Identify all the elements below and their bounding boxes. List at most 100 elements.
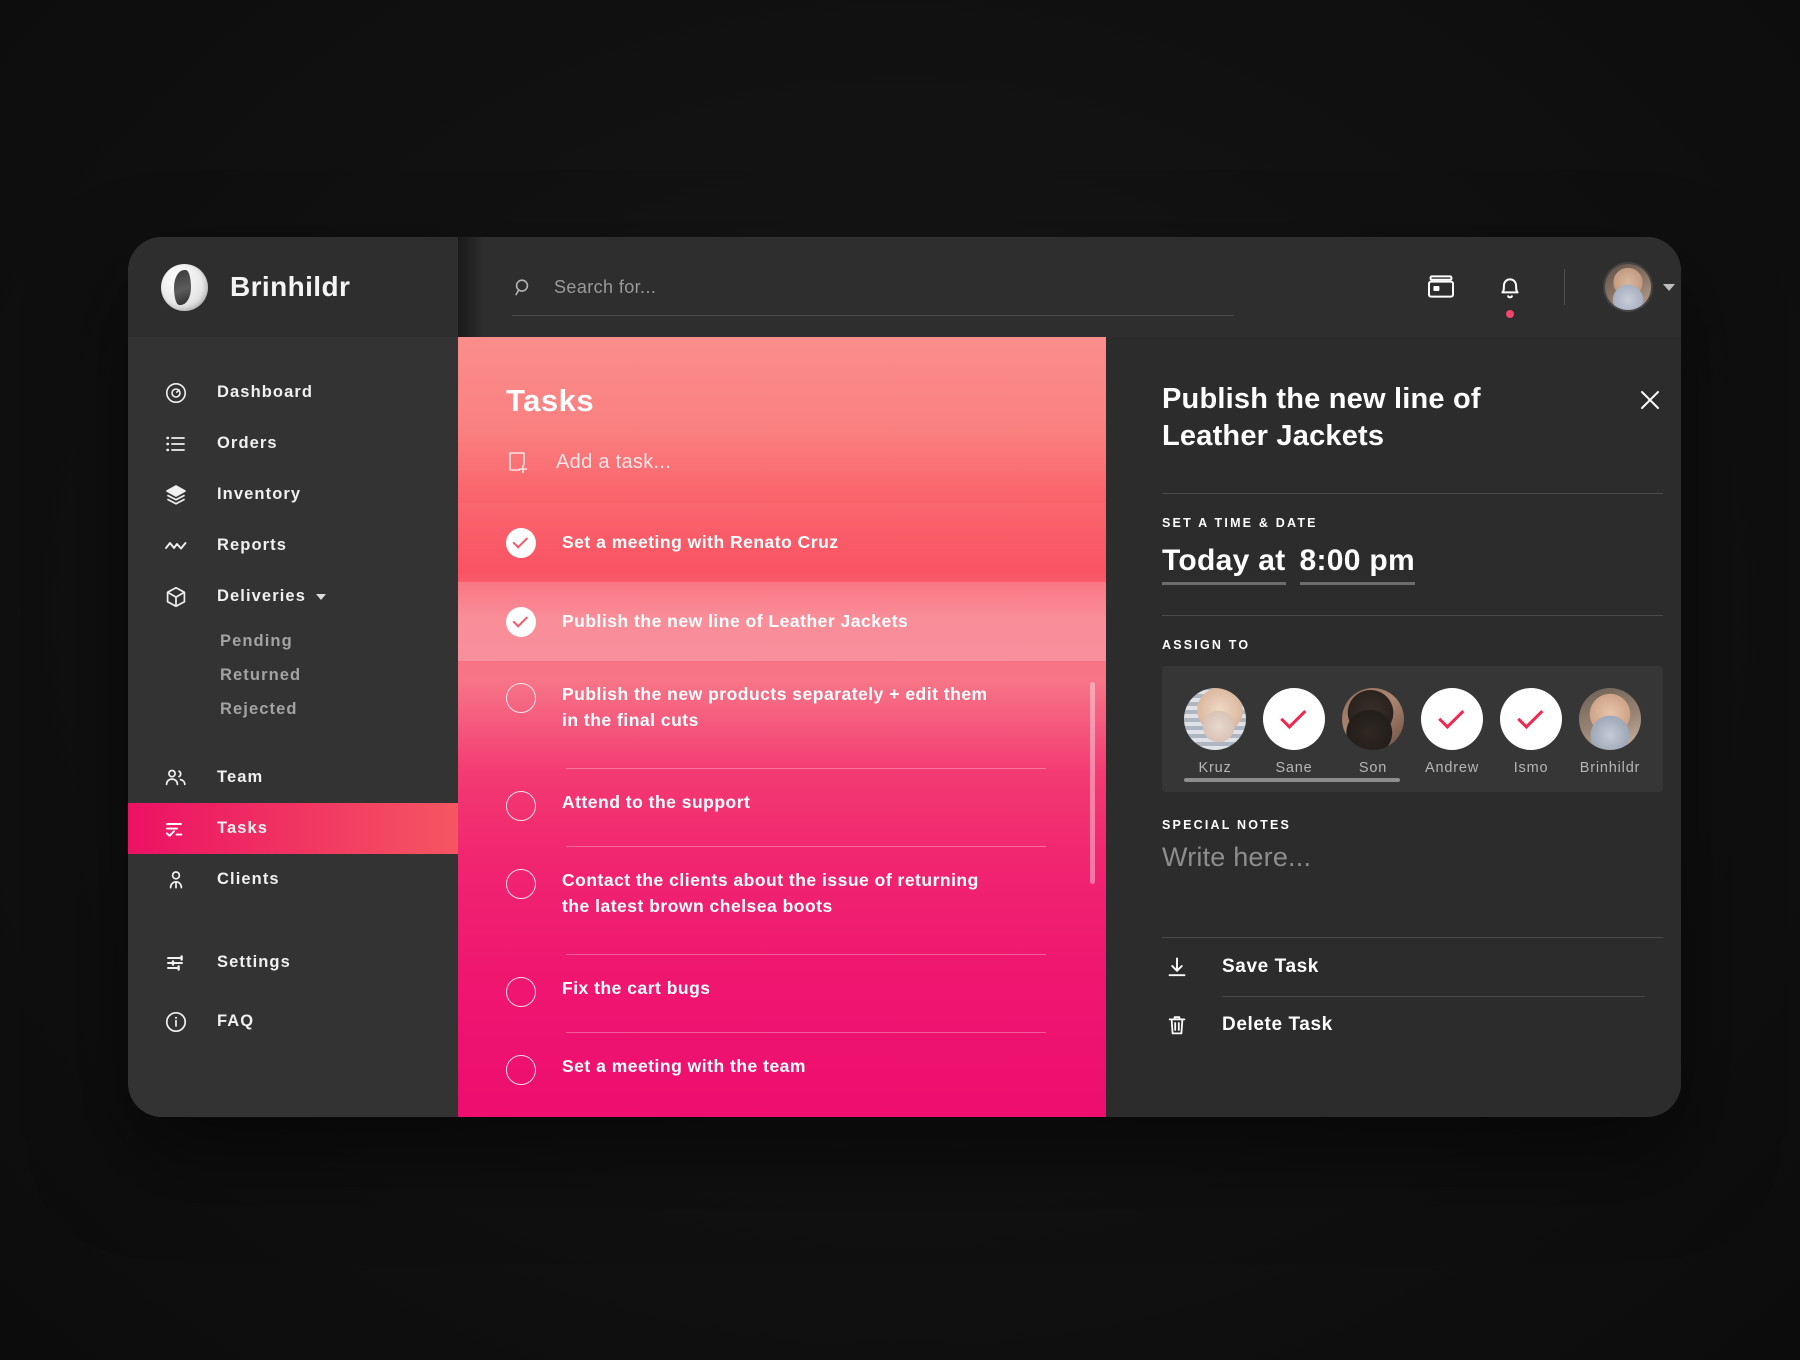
delete-task-button[interactable]: Delete Task bbox=[1162, 996, 1663, 1054]
page-title: Tasks bbox=[506, 383, 595, 418]
task-detail-panel: Publish the new line of Leather Jackets … bbox=[1106, 337, 1681, 1117]
checkbox-icon[interactable] bbox=[506, 683, 536, 713]
task-row[interactable]: Publish the new line of Leather Jackets bbox=[458, 582, 1106, 661]
assign-to-box: Kruz Sane Son Andrew Ismo Brinhildr bbox=[1162, 666, 1663, 793]
divider bbox=[1162, 615, 1663, 617]
check-icon bbox=[1500, 688, 1562, 751]
search-bar[interactable] bbox=[512, 259, 1234, 316]
checkbox-icon[interactable] bbox=[506, 869, 536, 899]
assignee-item[interactable]: Sane bbox=[1263, 688, 1325, 776]
sidebar-item-inventory[interactable]: Inventory bbox=[128, 469, 458, 520]
assignee-name: Sane bbox=[1275, 760, 1313, 777]
deliveries-subnav: Pending Returned Rejected bbox=[128, 622, 458, 726]
sidebar-item-label: Team bbox=[217, 768, 264, 786]
assignee-item[interactable]: Brinhildr bbox=[1579, 688, 1641, 776]
scrollbar[interactable] bbox=[1184, 778, 1400, 783]
sidebar-item-settings[interactable]: Settings bbox=[128, 937, 458, 988]
task-row[interactable]: Publish the new products separately + ed… bbox=[458, 661, 1106, 769]
checkbox-icon[interactable] bbox=[506, 791, 536, 821]
sidebar-item-deliveries[interactable]: Deliveries bbox=[128, 571, 458, 622]
sidebar-item-label: Clients bbox=[217, 870, 280, 888]
assignee-name: Brinhildr bbox=[1579, 760, 1641, 777]
assignee-name: Kruz bbox=[1198, 760, 1232, 777]
checkbox-icon[interactable] bbox=[506, 1055, 536, 1085]
task-label: Set a meeting with Renato Cruz bbox=[562, 532, 839, 553]
subnav-item-pending[interactable]: Pending bbox=[220, 624, 458, 658]
sidebar-item-faq[interactable]: FAQ bbox=[128, 996, 458, 1047]
sidebar-item-dashboard[interactable]: Dashboard bbox=[128, 367, 458, 418]
add-note-icon bbox=[506, 449, 532, 475]
person-icon bbox=[161, 865, 191, 895]
task-row[interactable]: Fix the cart bugs bbox=[458, 955, 1106, 1033]
assignee-item[interactable]: Andrew bbox=[1421, 688, 1483, 776]
assignee-list: Kruz Sane Son Andrew Ismo Brinhildr bbox=[1184, 688, 1641, 776]
notes-input[interactable] bbox=[1162, 842, 1663, 929]
close-icon[interactable] bbox=[1637, 381, 1663, 418]
trash-icon bbox=[1162, 1013, 1192, 1037]
sidebar-bottom-nav: Settings FAQ bbox=[128, 937, 458, 1047]
assignee-name: Son bbox=[1358, 760, 1388, 777]
assignee-name: Ismo bbox=[1513, 760, 1549, 777]
sidebar-item-reports[interactable]: Reports bbox=[128, 520, 458, 571]
avatar bbox=[1605, 264, 1651, 310]
user-menu[interactable] bbox=[1605, 264, 1675, 310]
divider bbox=[1162, 493, 1663, 495]
add-task-row[interactable]: Add a task... bbox=[506, 449, 1106, 503]
check-icon bbox=[1263, 688, 1325, 751]
content-area: Tasks Add a task... Set a meeting with R… bbox=[458, 337, 1681, 1117]
subnav-item-returned[interactable]: Returned bbox=[220, 658, 458, 692]
assignee-item[interactable]: Ismo bbox=[1500, 688, 1562, 776]
sliders-icon bbox=[161, 948, 191, 978]
save-task-label: Save Task bbox=[1222, 956, 1319, 978]
people-icon bbox=[161, 763, 191, 793]
layers-icon bbox=[161, 480, 191, 510]
checklist-icon bbox=[161, 814, 191, 844]
inbox-icon[interactable] bbox=[1426, 273, 1456, 301]
delete-task-label: Delete Task bbox=[1222, 1014, 1333, 1036]
download-icon bbox=[1162, 955, 1192, 979]
task-row[interactable]: Attend to the support bbox=[458, 769, 1106, 847]
scrollbar[interactable] bbox=[1090, 682, 1095, 884]
avatar bbox=[1579, 688, 1641, 751]
subnav-item-rejected[interactable]: Rejected bbox=[220, 692, 458, 726]
sidebar-item-orders[interactable]: Orders bbox=[128, 418, 458, 469]
chevron-down-icon[interactable] bbox=[1663, 283, 1675, 291]
sidebar-item-tasks[interactable]: Tasks bbox=[128, 803, 458, 854]
list-icon bbox=[161, 429, 191, 459]
detail-header: Publish the new line of Leather Jackets bbox=[1162, 381, 1663, 455]
time-value[interactable]: 8:00 pm bbox=[1299, 544, 1416, 586]
chart-line-icon bbox=[161, 531, 191, 561]
search-input[interactable] bbox=[554, 277, 1234, 298]
task-row[interactable]: Set a meeting with Renato Cruz bbox=[458, 503, 1106, 582]
checkbox-checked-icon[interactable] bbox=[506, 527, 536, 558]
sidebar-item-label: Tasks bbox=[217, 819, 269, 837]
sidebar-item-label: Dashboard bbox=[217, 383, 314, 401]
sidebar-item-clients[interactable]: Clients bbox=[128, 854, 458, 905]
time-date-label: SET A TIME & DATE bbox=[1162, 516, 1318, 531]
date-value[interactable]: Today at bbox=[1162, 544, 1286, 586]
task-label: Set a meeting with the team bbox=[562, 1056, 806, 1076]
task-label: Fix the cart bugs bbox=[562, 978, 711, 998]
bell-icon[interactable] bbox=[1496, 272, 1524, 318]
circle-leaf-logo bbox=[161, 263, 208, 311]
sidebar-item-label: Deliveries bbox=[217, 587, 306, 605]
tasks-header: Tasks Add a task... bbox=[458, 337, 1106, 503]
assignee-item[interactable]: Kruz bbox=[1184, 688, 1246, 776]
task-row[interactable]: Set a meeting with the team bbox=[458, 1033, 1106, 1111]
assignee-item[interactable]: Son bbox=[1342, 688, 1404, 776]
chevron-down-icon[interactable] bbox=[315, 593, 326, 600]
task-label: Contact the clients about the issue of r… bbox=[562, 870, 979, 917]
sidebar-item-team[interactable]: Team bbox=[128, 752, 458, 803]
checkbox-checked-icon[interactable] bbox=[506, 606, 536, 637]
checkbox-icon[interactable] bbox=[506, 977, 536, 1007]
avatar bbox=[1184, 688, 1246, 751]
brand-name: Brinhildr bbox=[230, 271, 351, 302]
save-task-button[interactable]: Save Task bbox=[1162, 938, 1663, 998]
sidebar-item-label: FAQ bbox=[217, 1012, 255, 1030]
task-row[interactable]: Contact the clients about the issue of r… bbox=[458, 847, 1106, 955]
main-area: Tasks Add a task... Set a meeting wi bbox=[458, 237, 1681, 1117]
sidebar-item-label: Settings bbox=[217, 953, 291, 971]
time-date-value: Today at 8:00 pm bbox=[1162, 544, 1663, 586]
topbar bbox=[458, 237, 1681, 337]
search-icon bbox=[512, 277, 534, 299]
